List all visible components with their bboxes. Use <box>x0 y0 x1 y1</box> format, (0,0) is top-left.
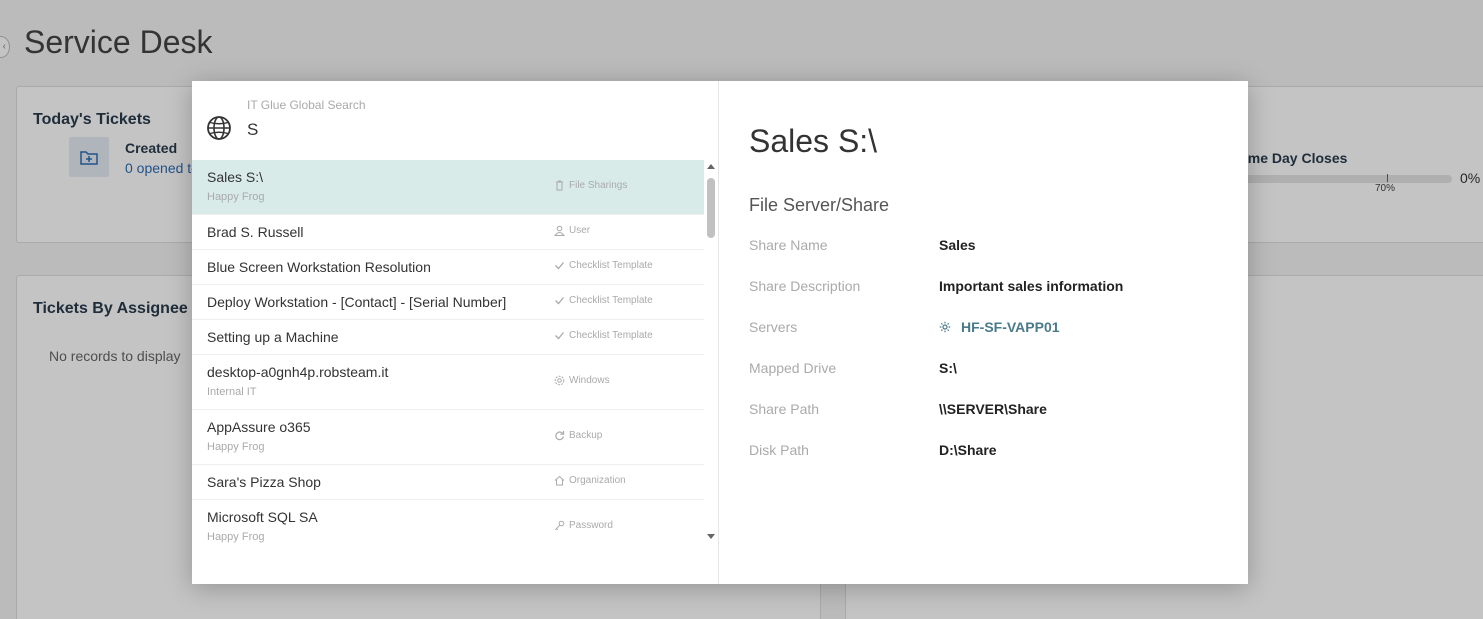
field-label: Share Description <box>749 278 861 294</box>
share-path-value: \\SERVER\Share <box>939 401 1047 417</box>
check-icon <box>554 330 565 341</box>
check-icon <box>554 295 565 306</box>
share-description-value: Important sales information <box>939 278 1124 294</box>
detail-pane: Sales S:\ File Server/Share Share Name S… <box>719 81 1248 584</box>
detail-type: File Server/Share <box>749 195 890 215</box>
server-link[interactable]: HF-SF-VAPP01 <box>939 319 1060 335</box>
refresh-icon <box>554 430 565 441</box>
result-type-label: Organization <box>569 475 626 486</box>
search-label: IT Glue Global Search <box>247 98 366 112</box>
result-title: desktop-a0gnh4p.robsteam.it <box>207 364 389 380</box>
globe-icon <box>207 116 231 140</box>
result-title: Brad S. Russell <box>207 224 304 240</box>
search-result-item[interactable]: Deploy Workstation - [Contact] - [Serial… <box>192 285 704 320</box>
detail-title: Sales S:\ <box>749 123 878 159</box>
disk-path-value: D:\Share <box>939 442 997 458</box>
result-type-label: Checklist Template <box>569 330 653 341</box>
search-pane: IT Glue Global Search Sales S:\ Happy Fro… <box>192 81 719 584</box>
result-type-label: User <box>569 225 591 236</box>
server-name: HF-SF-VAPP01 <box>961 319 1060 335</box>
result-type-label: Password <box>569 520 613 531</box>
result-title: AppAssure o365 <box>207 419 311 435</box>
result-organization: Happy Frog <box>207 441 265 453</box>
user-icon <box>554 225 565 236</box>
field-label: Share Name <box>749 237 828 253</box>
global-search-modal: IT Glue Global Search Sales S:\ Happy Fro… <box>192 81 1248 584</box>
result-type-label: Windows <box>569 375 610 386</box>
mapped-drive-value: S:\ <box>939 360 957 376</box>
home-icon <box>554 475 565 486</box>
result-type: Password <box>554 520 613 531</box>
search-result-item[interactable]: Setting up a Machine Checklist Template <box>192 320 704 355</box>
field-label: Share Path <box>749 401 820 417</box>
result-title: Blue Screen Workstation Resolution <box>207 259 431 275</box>
gear-icon <box>939 321 951 333</box>
gear-icon <box>554 375 565 386</box>
field-label: Disk Path <box>749 442 809 458</box>
field-label: Mapped Drive <box>749 360 837 376</box>
result-title: Sara's Pizza Shop <box>207 474 321 490</box>
check-icon <box>554 260 565 271</box>
result-type: Organization <box>554 475 626 486</box>
search-result-item[interactable]: Microsoft SQL SA Happy Frog Password <box>192 500 704 550</box>
result-type: Backup <box>554 430 602 441</box>
trash-icon <box>554 180 565 191</box>
results-scrollbar[interactable] <box>704 160 718 543</box>
result-organization: Happy Frog <box>207 531 265 543</box>
key-icon <box>554 520 565 531</box>
search-result-item[interactable]: Brad S. Russell User <box>192 215 704 250</box>
result-type: Checklist Template <box>554 295 653 306</box>
search-result-item[interactable]: AppAssure o365 Happy Frog Backup <box>192 410 704 465</box>
result-type-label: Checklist Template <box>569 295 653 306</box>
search-results-list: Sales S:\ Happy Frog File Sharings Brad S. … <box>192 160 704 550</box>
search-input[interactable] <box>247 118 687 142</box>
result-organization: Happy Frog <box>207 191 265 203</box>
result-type-label: File Sharings <box>569 180 628 191</box>
result-type: Checklist Template <box>554 260 653 271</box>
scroll-thumb[interactable] <box>707 178 715 238</box>
search-result-item[interactable]: Sales S:\ Happy Frog File Sharings <box>192 160 704 215</box>
result-type: File Sharings <box>554 180 627 191</box>
scroll-up-arrow[interactable] <box>707 164 715 169</box>
result-type-label: Backup <box>569 430 603 441</box>
result-title: Sales S:\ <box>207 169 264 185</box>
result-title: Microsoft SQL SA <box>207 509 318 525</box>
result-organization: Internal IT <box>207 386 257 398</box>
search-result-item[interactable]: Blue Screen Workstation Resolution Checkl… <box>192 250 704 285</box>
result-title: Deploy Workstation - [Contact] - [Serial… <box>207 294 507 310</box>
field-label: Servers <box>749 319 798 335</box>
share-name-value: Sales <box>939 237 976 253</box>
result-type: User <box>554 225 590 236</box>
result-title: Setting up a Machine <box>207 329 339 345</box>
result-type-label: Checklist Template <box>569 260 653 271</box>
scroll-down-arrow[interactable] <box>707 534 715 539</box>
search-result-item[interactable]: Sara's Pizza Shop Organization <box>192 465 704 500</box>
search-result-item[interactable]: desktop-a0gnh4p.robsteam.it Internal IT Wi… <box>192 355 704 410</box>
result-type: Windows <box>554 375 610 386</box>
result-type: Checklist Template <box>554 330 653 341</box>
